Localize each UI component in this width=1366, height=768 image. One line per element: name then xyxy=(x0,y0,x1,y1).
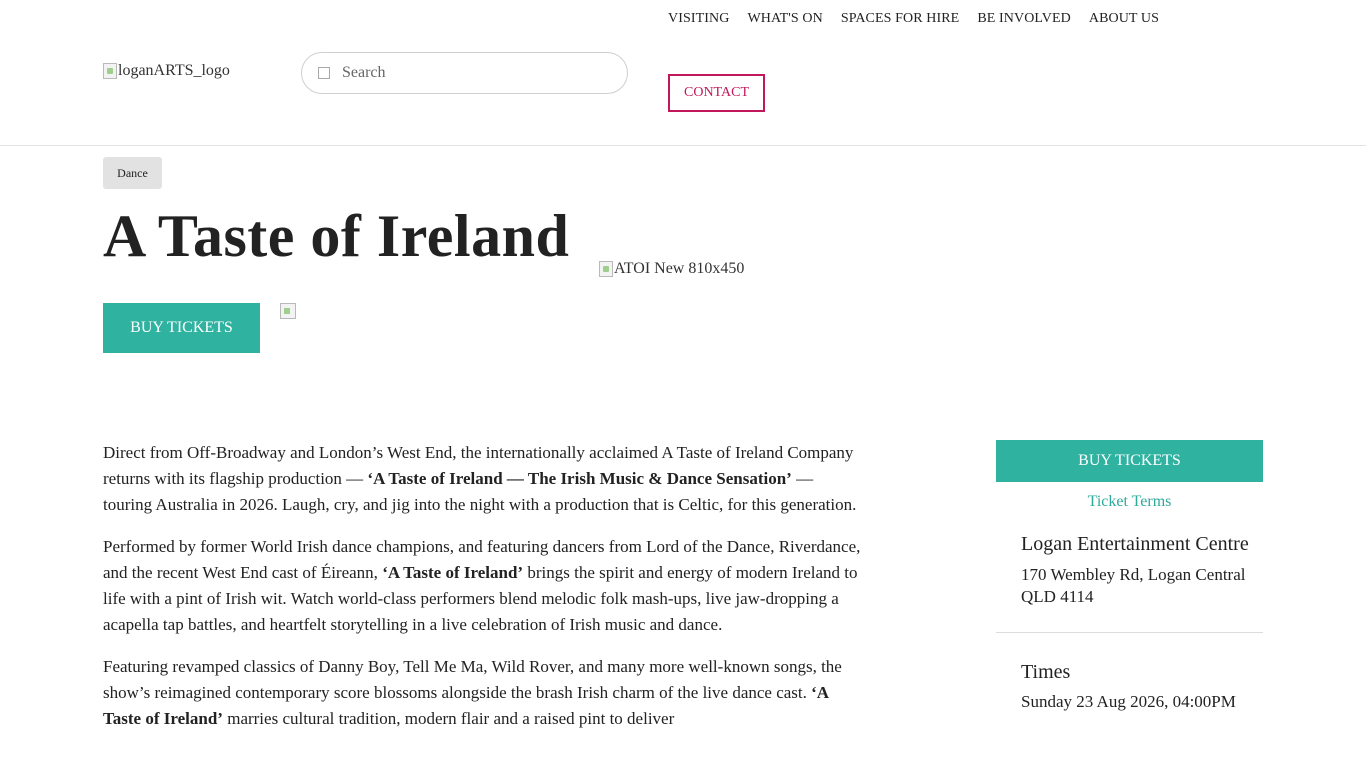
event-sidebar: BUY TICKETS Ticket Terms Logan Entertain… xyxy=(996,440,1263,712)
category-tag[interactable]: Dance xyxy=(103,157,162,189)
contact-button[interactable]: CONTACT xyxy=(668,74,765,112)
top-navigation: VISITING WHAT'S ON SPACES FOR HIRE BE IN… xyxy=(668,11,1159,27)
venue-address: 170 Wembley Rd, Logan Central QLD 4114 xyxy=(1021,565,1246,606)
broken-image-icon xyxy=(599,261,613,277)
nav-about-us[interactable]: ABOUT US xyxy=(1089,11,1159,27)
ticket-terms-link[interactable]: Ticket Terms xyxy=(996,493,1263,511)
description-paragraph: Direct from Off-Broadway and London’s We… xyxy=(103,443,857,514)
event-title: A Taste of Ireland xyxy=(103,203,570,269)
description-paragraph: Performed by former World Irish dance ch… xyxy=(103,537,861,634)
description-paragraph: Featuring revamped classics of Danny Boy… xyxy=(103,657,842,728)
times-label: Times xyxy=(1021,661,1071,683)
event-description: Direct from Off-Broadway and London’s We… xyxy=(103,440,863,748)
event-times: Times Sunday 23 Aug 2026, 04:00PM xyxy=(996,633,1263,712)
times-value: Sunday 23 Aug 2026, 04:00PM xyxy=(1021,692,1236,711)
hero-image-alt: ATOI New 810x450 xyxy=(614,260,745,277)
venue-name: Logan Entertainment Centre xyxy=(1021,533,1249,555)
search-icon[interactable] xyxy=(318,67,330,79)
sidebar-buy-tickets-button[interactable]: BUY TICKETS xyxy=(996,440,1263,482)
search-input[interactable] xyxy=(342,64,582,82)
buy-tickets-button[interactable]: BUY TICKETS xyxy=(103,303,260,353)
venue-info: Logan Entertainment Centre 170 Wembley R… xyxy=(996,511,1263,633)
broken-image-icon xyxy=(280,303,296,319)
logo-alt-text: loganARTS_logo xyxy=(118,62,230,79)
search-box xyxy=(301,52,628,94)
site-logo[interactable]: loganARTS_logo xyxy=(103,62,230,80)
hero-image: ATOI New 810x450 xyxy=(599,260,744,278)
nav-visiting[interactable]: VISITING xyxy=(668,11,729,27)
broken-image-icon xyxy=(103,63,117,79)
nav-whats-on[interactable]: WHAT'S ON xyxy=(747,11,822,27)
nav-spaces-for-hire[interactable]: SPACES FOR HIRE xyxy=(841,11,959,27)
nav-be-involved[interactable]: BE INVOLVED xyxy=(977,11,1071,27)
site-header: loganARTS_logo VISITING WHAT'S ON SPACES… xyxy=(0,0,1366,146)
